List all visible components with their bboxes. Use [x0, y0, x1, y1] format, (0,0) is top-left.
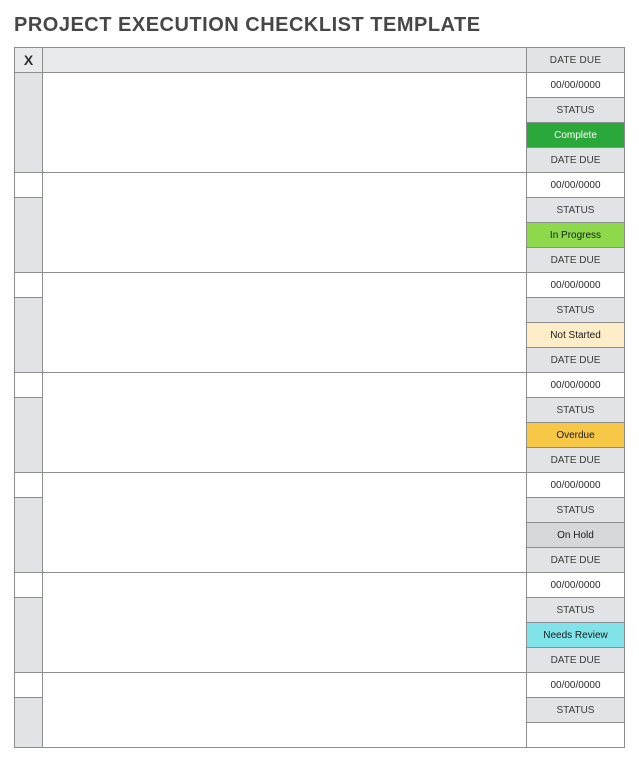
row-check-cell[interactable]: [15, 673, 43, 698]
row-description-cell[interactable]: [43, 173, 527, 273]
row-number-cell: [15, 198, 43, 273]
row-status-label: STATUS: [527, 498, 625, 523]
row-check-cell[interactable]: [15, 573, 43, 598]
row-status-label: STATUS: [527, 298, 625, 323]
row-date-value[interactable]: 00/00/0000: [527, 273, 625, 298]
row-number-cell: [15, 698, 43, 748]
checklist-row: 00/00/0000 STATUS In Progress DATE DUE: [15, 173, 625, 273]
row-description-cell[interactable]: [43, 273, 527, 373]
checklist-grid: X DATE DUE 00/00/0000 STATUS Complete DA…: [14, 47, 625, 748]
row-status-label: STATUS: [527, 398, 625, 423]
row-status-value[interactable]: Overdue: [527, 423, 625, 448]
header-date-due: DATE DUE: [527, 48, 625, 73]
row-date-due-label: DATE DUE: [527, 448, 625, 473]
row-description-cell[interactable]: [43, 373, 527, 473]
checklist-row: 00/00/0000 STATUS: [15, 673, 625, 748]
row-status-value[interactable]: On Hold: [527, 523, 625, 548]
row-date-value[interactable]: 00/00/0000: [527, 173, 625, 198]
checklist-row: 00/00/0000 STATUS Needs Review DATE DUE: [15, 573, 625, 673]
checklist-row: 00/00/0000 STATUS Complete DATE DUE: [15, 73, 625, 173]
row-number-cell: [15, 598, 43, 673]
row-status-value[interactable]: Needs Review: [527, 623, 625, 648]
row-status-value[interactable]: In Progress: [527, 223, 625, 248]
checklist-row: 00/00/0000 STATUS On Hold DATE DUE: [15, 473, 625, 573]
row-status-label: STATUS: [527, 98, 625, 123]
row-date-due-label: DATE DUE: [527, 648, 625, 673]
row-description-cell[interactable]: [43, 673, 527, 748]
row-status-label: STATUS: [527, 598, 625, 623]
checklist-row: 00/00/0000 STATUS Overdue DATE DUE: [15, 373, 625, 473]
row-status-value[interactable]: [527, 723, 625, 748]
header-row: X DATE DUE: [15, 48, 625, 73]
row-number-cell: [15, 298, 43, 373]
header-description-column: [43, 48, 527, 73]
row-date-due-label: DATE DUE: [527, 148, 625, 173]
row-number-cell: [15, 73, 43, 173]
checklist-row: 00/00/0000 STATUS Not Started DATE DUE: [15, 273, 625, 373]
page-title: PROJECT EXECUTION CHECKLIST TEMPLATE: [14, 14, 625, 37]
row-check-cell[interactable]: [15, 173, 43, 198]
row-date-due-label: DATE DUE: [527, 248, 625, 273]
row-date-value[interactable]: 00/00/0000: [527, 573, 625, 598]
header-x-column: X: [15, 48, 43, 73]
row-status-label: STATUS: [527, 198, 625, 223]
row-status-value[interactable]: Not Started: [527, 323, 625, 348]
row-number-cell: [15, 398, 43, 473]
row-status-value[interactable]: Complete: [527, 123, 625, 148]
row-date-due-label: DATE DUE: [527, 348, 625, 373]
row-status-label: STATUS: [527, 698, 625, 723]
row-description-cell[interactable]: [43, 473, 527, 573]
row-date-value[interactable]: 00/00/0000: [527, 473, 625, 498]
row-date-value[interactable]: 00/00/0000: [527, 73, 625, 98]
row-number-cell: [15, 498, 43, 573]
row-description-cell[interactable]: [43, 573, 527, 673]
row-description-cell[interactable]: [43, 73, 527, 173]
row-check-cell[interactable]: [15, 273, 43, 298]
row-check-cell[interactable]: [15, 373, 43, 398]
row-date-value[interactable]: 00/00/0000: [527, 673, 625, 698]
row-date-due-label: DATE DUE: [527, 548, 625, 573]
row-check-cell[interactable]: [15, 473, 43, 498]
row-date-value[interactable]: 00/00/0000: [527, 373, 625, 398]
